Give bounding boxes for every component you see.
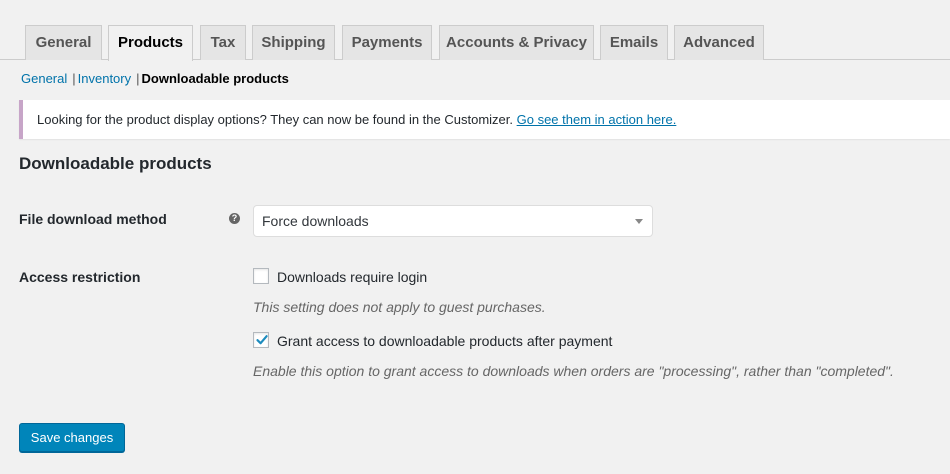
subnav-separator: | — [72, 71, 76, 86]
tab-shipping[interactable]: Shipping — [252, 25, 335, 60]
grant-access-checkbox[interactable] — [253, 332, 269, 348]
require-login-description: This setting does not apply to guest pur… — [253, 299, 546, 315]
checkmark-icon — [256, 335, 268, 345]
question-circle-icon[interactable]: ? — [229, 213, 240, 224]
tab-advanced[interactable]: Advanced — [674, 25, 764, 60]
subnav-separator: | — [136, 71, 140, 86]
tab-payments[interactable]: Payments — [342, 25, 432, 60]
notice-text: Looking for the product display options?… — [37, 112, 513, 127]
access-restriction-label: Access restriction — [19, 269, 141, 285]
save-changes-button[interactable]: Save changes — [19, 423, 125, 452]
require-login-checkbox[interactable] — [253, 268, 269, 284]
download-method-select[interactable]: Force downloads — [253, 205, 653, 237]
section-subnav: General | Inventory | Downloadable products — [21, 70, 289, 87]
settings-tab-bar: General Products Tax Shipping Payments A… — [0, 0, 950, 61]
tab-general[interactable]: General — [25, 25, 102, 60]
section-title: Downloadable products — [19, 154, 212, 173]
notice-link[interactable]: Go see them in action here. — [517, 112, 677, 127]
tab-accounts-privacy[interactable]: Accounts & Privacy — [439, 25, 594, 60]
require-login-label[interactable]: Downloads require login — [277, 268, 427, 286]
grant-access-description: Enable this option to grant access to do… — [253, 363, 894, 379]
tab-products[interactable]: Products — [108, 25, 193, 61]
subnav-general-link[interactable]: General — [21, 71, 67, 86]
tab-emails[interactable]: Emails — [600, 25, 668, 60]
subnav-inventory-link[interactable]: Inventory — [78, 71, 131, 86]
chevron-down-icon — [635, 219, 643, 224]
download-method-label: File download method — [19, 211, 167, 227]
customizer-notice: Looking for the product display options?… — [19, 100, 950, 139]
grant-access-label[interactable]: Grant access to downloadable products af… — [277, 332, 612, 350]
subnav-current: Downloadable products — [141, 71, 289, 86]
tab-tax[interactable]: Tax — [200, 25, 246, 60]
download-method-value: Force downloads — [262, 213, 369, 229]
